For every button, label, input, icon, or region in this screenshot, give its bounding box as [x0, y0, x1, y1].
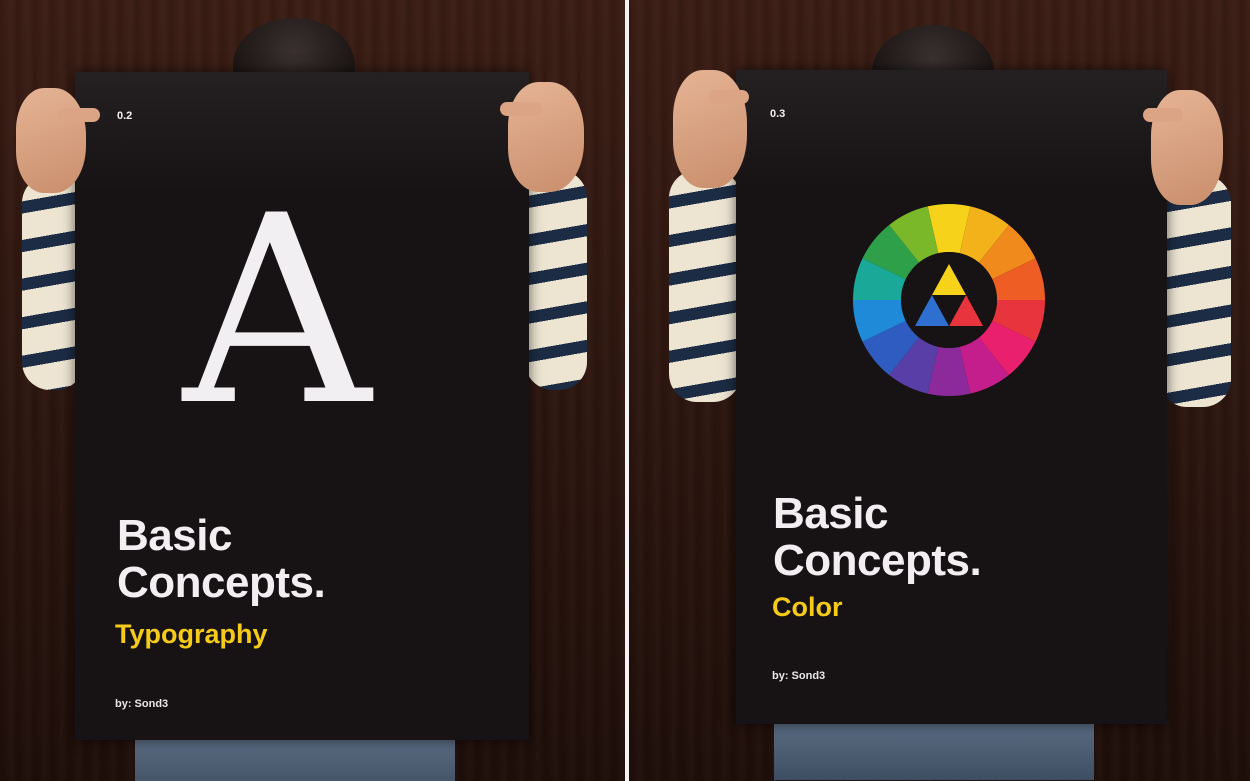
left-finger — [709, 90, 749, 104]
headline-line-2: Concepts. — [117, 558, 326, 607]
right-photo-panel: 0.3 Basic Concepts. Color by: Sond3 — [629, 0, 1250, 781]
right-finger — [1143, 108, 1183, 122]
right-arm — [1159, 175, 1231, 407]
left-arm — [669, 170, 741, 402]
poster-headline: Basic Concepts. — [117, 511, 326, 607]
poster-subtitle: Color — [772, 592, 843, 622]
color-wheel — [853, 204, 1045, 396]
headline-line-1: Basic — [773, 489, 888, 538]
headline-line-2: Concepts. — [773, 536, 982, 585]
issue-number: 0.2 — [117, 110, 133, 122]
left-finger — [58, 108, 100, 122]
left-hand — [673, 70, 747, 188]
right-finger — [500, 102, 542, 116]
poster-subtitle: Typography — [115, 619, 268, 649]
right-arm — [525, 170, 587, 390]
poster-headline: Basic Concepts. — [773, 489, 982, 585]
byline: by: Sond3 — [772, 670, 826, 682]
poster-typography: 0.2 A Basic Concepts. Typography by: Son… — [75, 72, 529, 740]
issue-number: 0.3 — [770, 108, 786, 120]
left-photo-panel: 0.2 A Basic Concepts. Typography by: Son… — [0, 0, 625, 781]
jeans — [774, 720, 1094, 780]
headline-line-1: Basic — [117, 511, 232, 560]
left-hand — [16, 88, 86, 193]
jeans — [135, 735, 455, 781]
poster-color: 0.3 Basic Concepts. Color by: Sond3 — [736, 70, 1167, 724]
byline: by: Sond3 — [115, 698, 169, 710]
right-hand — [508, 82, 584, 192]
letter-a-glyph: A — [183, 161, 371, 463]
